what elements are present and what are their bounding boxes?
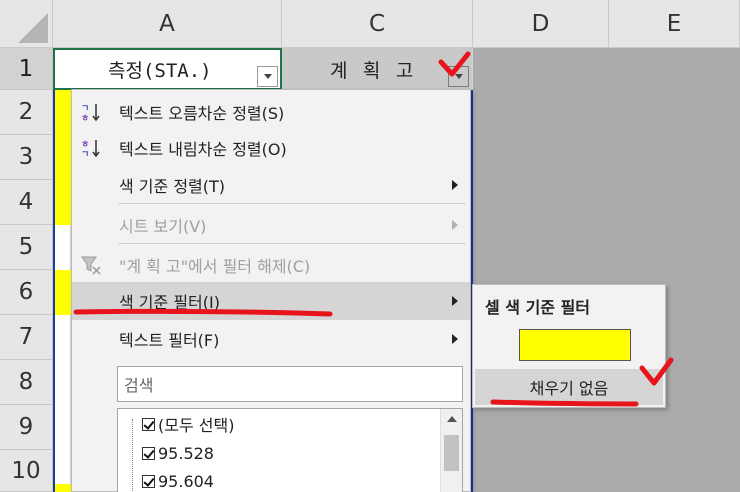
row-label: 3 [18,144,34,170]
column-header-c[interactable]: C [282,0,473,48]
row-label: 2 [18,99,34,125]
menu-item-label: 텍스트 필터(F) [119,331,220,350]
menu-item-label: "계 획 고"에서 필터 해제(C) [119,257,311,276]
column-e-label: E [666,10,682,37]
dropdown-arrow-icon [263,74,272,79]
row-header-9[interactable]: 9 [0,405,53,450]
tree-line [132,419,133,492]
list-item-label: 95.528 [158,443,214,463]
row-label: 7 [18,324,34,350]
selection-border [53,90,55,492]
no-fill-option[interactable]: 채우기 없음 [475,369,663,405]
menu-item-sort-ascending[interactable]: ㄱㅎ 텍스트 오름차순 정렬(S) [72,93,470,131]
list-item[interactable]: 95.604 [142,468,214,492]
search-placeholder: 검색 [124,376,154,395]
list-item-label: (모두 선택) [158,416,235,435]
list-item[interactable]: 95.528 [142,440,214,466]
column-c-label: C [368,10,386,37]
row-label: 6 [18,279,34,305]
row-header-6[interactable]: 6 [0,270,53,315]
row-header-10[interactable]: 10 [0,450,53,492]
menu-item-label: 색 기준 필터(I) [119,293,220,312]
yellow-color-swatch[interactable] [519,329,631,361]
checkbox-checked-icon[interactable] [142,417,155,431]
submenu-title: 셀 색 기준 필터 [485,298,591,317]
no-fill-label: 채우기 없음 [529,379,609,398]
row-label: 4 [18,189,34,215]
row-header-8[interactable]: 8 [0,360,53,405]
column-d-label: D [531,10,550,37]
menu-item-text-filter[interactable]: 텍스트 필터(F) [72,320,470,358]
svg-text:ㄱ: ㄱ [81,104,89,114]
menu-separator [118,243,466,244]
submenu-arrow-icon [452,296,458,306]
svg-text:ㅎ: ㅎ [81,114,89,123]
list-item-select-all[interactable]: (모두 선택) [142,411,234,437]
list-item-label: 95.604 [158,471,214,491]
yellow-cell [53,135,71,180]
column-a-label: A [159,10,175,37]
sort-descending-icon: ㅎㄱ [80,137,102,159]
clear-filter-icon [80,254,102,276]
cell-c1-text: 계 획 고 [330,59,416,82]
checkbox-checked-icon[interactable] [142,446,155,460]
menu-item-sort-descending[interactable]: ㅎㄱ 텍스트 내림차순 정렬(O) [72,129,470,167]
yellow-cell [53,270,71,315]
column-header-a[interactable]: A [53,0,282,48]
select-all-corner[interactable] [0,0,53,48]
filter-dropdown-menu: ㄱㅎ 텍스트 오름차순 정렬(S) ㅎㄱ 텍스트 내림차순 정렬(O) 색 기준… [71,89,471,492]
list-scrollbar[interactable] [440,409,462,492]
menu-item-label: 색 기준 정렬(T) [119,177,226,196]
scroll-thumb[interactable] [444,435,459,471]
row-header-3[interactable]: 3 [0,135,53,180]
svg-text:ㄱ: ㄱ [81,150,89,159]
select-all-triangle-icon [18,13,48,43]
checkbox-checked-icon[interactable] [142,474,155,488]
svg-text:ㅎ: ㅎ [81,140,89,150]
submenu-arrow-icon [452,220,458,230]
row-label: 10 [11,457,41,484]
row-label: 8 [18,369,34,395]
row-label: 1 [18,55,34,82]
filter-by-color-submenu: 셀 색 기준 필터 채우기 없음 [472,284,666,408]
submenu-arrow-icon [452,334,458,344]
menu-item-clear-filter: "계 획 고"에서 필터 해제(C) [72,246,470,284]
submenu-arrow-icon [452,180,458,190]
value-list[interactable]: (모두 선택) 95.528 95.604 [117,408,463,492]
row-label: 5 [18,234,34,260]
sort-ascending-icon: ㄱㅎ [80,101,102,123]
row-header-7[interactable]: 7 [0,315,53,360]
row-header-5[interactable]: 5 [0,225,53,270]
column-header-d[interactable]: D [473,0,609,48]
cell-a1-text: 측정(STA.) [108,59,212,82]
menu-item-sheet-view: 시트 보기(V) [72,206,470,244]
menu-separator [118,203,466,204]
yellow-cell [53,90,71,135]
filter-dropdown-a-button[interactable] [257,66,278,87]
yellow-cell [53,484,71,492]
menu-item-label: 시트 보기(V) [119,217,207,236]
row-header-1[interactable]: 1 [0,48,53,90]
search-input[interactable]: 검색 [117,366,463,402]
row-header-4[interactable]: 4 [0,180,53,225]
yellow-cell [53,180,71,225]
filter-dropdown-c-button[interactable] [448,66,469,87]
scroll-up-icon[interactable] [447,416,457,422]
menu-item-label: 텍스트 오름차순 정렬(S) [119,104,285,123]
column-header-e[interactable]: E [609,0,740,48]
row-label: 9 [18,414,34,440]
menu-item-label: 텍스트 내림차순 정렬(O) [119,140,287,159]
menu-item-sort-by-color[interactable]: 색 기준 정렬(T) [72,166,470,204]
menu-item-filter-by-color[interactable]: 색 기준 필터(I) [72,282,470,320]
row-header-2[interactable]: 2 [0,90,53,135]
dropdown-arrow-icon [454,74,463,79]
